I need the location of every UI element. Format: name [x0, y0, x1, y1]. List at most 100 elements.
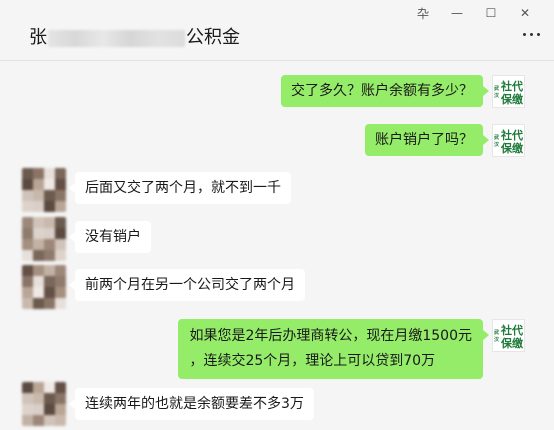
self-avatar-small-text: 汉 — [494, 336, 500, 343]
avatar-mosaic-cell — [33, 250, 44, 261]
more-options-icon[interactable] — [523, 33, 540, 36]
avatar-mosaic-cell — [55, 393, 66, 404]
contact-avatar[interactable] — [22, 382, 66, 426]
message-line: ，连续交25个月，理论上可以贷到70万 — [189, 353, 436, 369]
avatar-mosaic-cell — [55, 276, 66, 287]
contact-avatar[interactable] — [22, 168, 66, 212]
self-avatar-small-text: 武 — [494, 85, 499, 92]
avatar-mosaic-cell — [44, 190, 55, 201]
avatar-mosaic-cell — [33, 265, 44, 276]
avatar-mosaic-cell — [33, 382, 44, 393]
avatar-mosaic-cell — [44, 228, 55, 239]
avatar-mosaic-cell — [55, 190, 66, 201]
avatar-mosaic-cell — [33, 190, 44, 201]
message-bubble-outgoing[interactable]: 账户销户了吗？ — [365, 124, 489, 156]
avatar-mosaic-cell — [55, 287, 66, 298]
self-avatar-line1: 社代 — [500, 79, 523, 93]
maximize-icon[interactable]: ☐ — [474, 3, 508, 23]
avatar-mosaic-cell — [55, 217, 66, 228]
avatar-mosaic-cell — [33, 287, 44, 298]
message-bubble-incoming[interactable]: 前两个月在另一个公司交了两个月 — [69, 269, 305, 301]
avatar-mosaic-cell — [33, 404, 44, 415]
chat-header: 张 公积金 卆 — ☐ ✕ — [0, 0, 554, 61]
avatar-mosaic-cell — [55, 298, 66, 309]
chat-area[interactable]: 交了多久？账户余额有多少？ 武汉社代 保缴 账户销户了吗？ 武汉社代 保缴 后面又交… — [0, 62, 554, 430]
self-avatar-small-text: 武 — [494, 134, 499, 141]
self-avatar-small-text: 汉 — [494, 141, 500, 148]
avatar-mosaic-cell — [22, 201, 33, 212]
avatar-mosaic-cell — [44, 217, 55, 228]
self-avatar-line1: 社代 — [500, 128, 523, 142]
avatar-mosaic-cell — [44, 265, 55, 276]
self-avatar-small-text: 汉 — [494, 92, 500, 99]
avatar-mosaic-cell — [33, 201, 44, 212]
avatar-mosaic-cell — [22, 404, 33, 415]
self-avatar-logo: 武汉社代保缴 — [494, 323, 524, 350]
contact-avatar[interactable] — [22, 265, 66, 309]
avatar-mosaic-cell — [22, 250, 33, 261]
avatar-mosaic-cell — [55, 250, 66, 261]
chat-title-prefix: 张 — [29, 27, 47, 48]
avatar-mosaic-cell — [22, 190, 33, 201]
message-line: 如果您是2年后办理商转公，现在月缴1500元 — [189, 328, 472, 344]
message-bubble-incoming[interactable]: 没有销户 — [69, 221, 151, 253]
avatar-mosaic-cell — [33, 239, 44, 250]
close-icon[interactable]: ✕ — [508, 3, 542, 23]
message-bubble-incoming[interactable]: 后面又交了两个月，就不到一千 — [69, 172, 291, 204]
self-avatar-logo: 武汉社代保缴 — [494, 79, 524, 106]
avatar-mosaic-cell — [22, 228, 33, 239]
avatar-mosaic-cell — [44, 201, 55, 212]
avatar-mosaic-cell — [44, 382, 55, 393]
avatar-mosaic-cell — [44, 298, 55, 309]
chat-title: 张 公积金 — [29, 24, 240, 52]
minimize-icon[interactable]: — — [440, 3, 474, 23]
avatar-mosaic-cell — [22, 217, 33, 228]
avatar-mosaic-cell — [44, 250, 55, 261]
self-avatar[interactable]: 武汉社代 保缴 — [492, 124, 525, 157]
more-dot — [530, 33, 533, 36]
avatar-mosaic-cell — [44, 393, 55, 404]
avatar-mosaic-cell — [55, 228, 66, 239]
message-bubble-outgoing[interactable]: 如果您是2年后办理商转公，现在月缴1500元 ，连续交25个月，理论上可以贷到7… — [178, 319, 489, 379]
avatar-mosaic-cell — [33, 168, 44, 179]
avatar-mosaic-cell — [55, 239, 66, 250]
avatar-mosaic-cell — [22, 393, 33, 404]
avatar-mosaic-cell — [33, 276, 44, 287]
more-dot — [537, 33, 540, 36]
avatar-mosaic-cell — [33, 298, 44, 309]
pin-icon[interactable]: 卆 — [406, 3, 440, 23]
avatar-mosaic-cell — [44, 404, 55, 415]
avatar-mosaic-cell — [44, 179, 55, 190]
self-avatar-small-text: 武 — [494, 329, 499, 336]
avatar-mosaic-cell — [44, 276, 55, 287]
avatar-mosaic-cell — [22, 298, 33, 309]
avatar-mosaic-cell — [44, 415, 55, 426]
avatar-mosaic-cell — [33, 415, 44, 426]
avatar-mosaic-cell — [55, 415, 66, 426]
self-avatar[interactable]: 武汉社代 保缴 — [492, 319, 525, 352]
avatar-mosaic-cell — [22, 287, 33, 298]
contact-avatar[interactable] — [22, 217, 66, 261]
avatar-mosaic-cell — [22, 276, 33, 287]
avatar-mosaic-cell — [22, 179, 33, 190]
self-avatar-line2: 保缴 — [500, 336, 524, 350]
window-controls: 卆 — ☐ ✕ — [406, 3, 542, 23]
avatar-mosaic-cell — [55, 201, 66, 212]
self-avatar-line1: 社代 — [500, 323, 523, 337]
avatar-mosaic-cell — [44, 168, 55, 179]
avatar-mosaic-cell — [22, 415, 33, 426]
message-bubble-incoming[interactable]: 连续两年的也就是余额要差不多3万 — [69, 388, 314, 420]
avatar-mosaic-cell — [33, 217, 44, 228]
avatar-mosaic-cell — [55, 265, 66, 276]
avatar-mosaic-cell — [33, 179, 44, 190]
self-avatar[interactable]: 武汉社代 保缴 — [492, 75, 525, 108]
avatar-mosaic-cell — [22, 239, 33, 250]
more-dot — [523, 33, 526, 36]
avatar-mosaic-cell — [22, 265, 33, 276]
avatar-mosaic-cell — [33, 393, 44, 404]
avatar-mosaic-cell — [33, 228, 44, 239]
message-bubble-outgoing[interactable]: 交了多久？账户余额有多少？ — [281, 75, 489, 107]
avatar-mosaic-cell — [55, 168, 66, 179]
avatar-mosaic-cell — [55, 382, 66, 393]
avatar-mosaic-cell — [22, 168, 33, 179]
